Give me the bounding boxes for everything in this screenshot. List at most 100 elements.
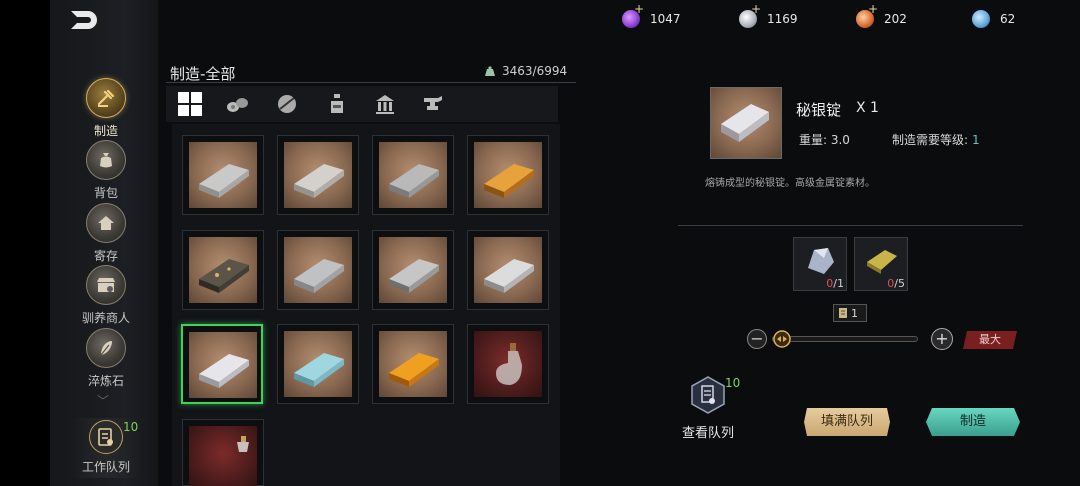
max-button[interactable]: 最大 [963, 331, 1017, 349]
sidebar-item-label: 制造 [93, 124, 118, 138]
back-button[interactable] [68, 8, 102, 32]
purple-gem-icon: + [622, 2, 644, 28]
queue-icon [89, 420, 123, 454]
ingot-icon [389, 259, 439, 293]
ingot-icon [294, 353, 344, 387]
item-slot[interactable] [467, 324, 549, 404]
chevron-down-icon[interactable]: ﹀ [97, 392, 109, 409]
item-name: 秘银锭 [796, 101, 842, 119]
tab-all[interactable] [175, 90, 205, 118]
gold-ore-icon [867, 250, 897, 274]
item-slot[interactable] [277, 135, 359, 215]
material-count: 0/5 [887, 277, 905, 290]
queue-count: 10 [123, 420, 139, 434]
anvil-icon [424, 96, 442, 110]
item-slot[interactable] [467, 230, 549, 310]
sidebar-item-label: 寄存 [93, 249, 118, 263]
potion-icon [331, 94, 343, 113]
item-slot[interactable] [182, 230, 264, 310]
item-slot[interactable] [182, 135, 264, 215]
item-slot[interactable] [277, 324, 359, 404]
sidebar-item-label: 淬炼石 [87, 374, 124, 388]
sidebar-item-label: 工作队列 [81, 460, 130, 474]
sidebar-item-storage[interactable]: 寄存 [70, 203, 142, 264]
sidebar-item-merchant[interactable]: 驯养商人 [70, 265, 142, 326]
item-slot[interactable] [372, 230, 454, 310]
material-slot[interactable]: 0/1 [793, 237, 847, 291]
ingot-icon [484, 164, 534, 198]
sidebar-item-work-queue[interactable]: 10 工作队列 [70, 418, 142, 478]
ingot-icon [389, 164, 439, 198]
plus-icon: + [868, 2, 879, 16]
craft-button[interactable]: 制造 [926, 408, 1020, 436]
weight-value: 3463/6994 [502, 64, 568, 78]
ingot-icon [294, 164, 344, 198]
tab-potion[interactable] [322, 90, 352, 118]
material-slot[interactable]: 0/5 [854, 237, 908, 291]
feather-stone-icon [86, 328, 126, 368]
quantity-slider[interactable] [772, 336, 918, 342]
view-queue-count: 10 [725, 376, 741, 390]
increase-button[interactable]: + [931, 328, 953, 350]
view-queue-label: 查看队列 [681, 426, 734, 441]
blue-crystal-icon [972, 10, 990, 28]
all-grid-icon [178, 92, 202, 116]
merchant-icon [86, 265, 126, 305]
slider-handle[interactable] [771, 330, 793, 348]
slider-knob-icon [773, 330, 791, 348]
item-description: 熔铸成型的秘银锭。高级金属锭素材。 [705, 178, 875, 189]
house-icon [86, 203, 126, 243]
selected-item-icon [710, 87, 782, 159]
required-level: 制造需要等级: 1 [892, 131, 980, 148]
logs-icon [227, 98, 248, 112]
back-arrow-icon [71, 11, 97, 29]
item-weight: 重量: 3.0 [799, 133, 850, 147]
currency-orange[interactable]: + 202 [856, 2, 907, 28]
tab-wood[interactable] [223, 90, 253, 118]
weight-icon [485, 66, 495, 76]
ingot-icon [721, 104, 769, 142]
divider [678, 225, 1023, 226]
tab-building[interactable] [370, 90, 400, 118]
fill-queue-button[interactable]: 填满队列 [804, 408, 890, 436]
ingot-icon [199, 354, 249, 388]
decrease-button[interactable]: − [747, 329, 767, 349]
item-slot[interactable] [182, 419, 264, 486]
currency-silver[interactable]: + 1169 [739, 2, 798, 28]
bottle-icon [237, 436, 249, 452]
queue-hex-icon [690, 376, 726, 414]
bottle-icon [496, 343, 522, 385]
tab-ore[interactable] [272, 90, 302, 118]
ingot-icon [389, 353, 439, 387]
item-slot[interactable] [277, 230, 359, 310]
page-title: 制造-全部 [170, 65, 236, 83]
ingot-icon [199, 164, 249, 198]
view-queue-button[interactable]: 10 查看队列 [680, 376, 740, 441]
weight-indicator: 3463/6994 [484, 64, 567, 78]
sidebar-item-craft[interactable]: 制造 [70, 78, 142, 139]
ingot-icon [294, 259, 344, 293]
currency-value: 62 [1000, 12, 1016, 26]
currency-value: 1047 [650, 12, 681, 26]
building-icon [376, 95, 394, 114]
plus-icon: + [634, 2, 645, 16]
ingot-icon [484, 259, 534, 293]
required-level-label: 制造需要等级: [892, 133, 969, 147]
item-count-icon [839, 308, 847, 318]
item-slot-selected[interactable] [181, 324, 263, 404]
item-slot[interactable] [372, 135, 454, 215]
currency-value: 202 [884, 12, 907, 26]
craft-count-field[interactable]: 1 [833, 304, 867, 322]
tab-smithing[interactable] [418, 90, 448, 118]
currency-blue[interactable]: 62 [972, 10, 1015, 28]
item-slot[interactable] [372, 324, 454, 404]
sidebar-item-bag[interactable]: 背包 [70, 140, 142, 201]
hammer-icon [86, 78, 126, 118]
currency-value: 1169 [767, 12, 798, 26]
item-slot[interactable] [467, 135, 549, 215]
sidebar-item-label: 背包 [93, 186, 118, 200]
plus-icon: + [751, 2, 762, 16]
currency-purple[interactable]: + 1047 [622, 2, 681, 28]
silver-ore-icon [808, 248, 834, 274]
sidebar-item-temper-stone[interactable]: 淬炼石 [70, 328, 142, 389]
